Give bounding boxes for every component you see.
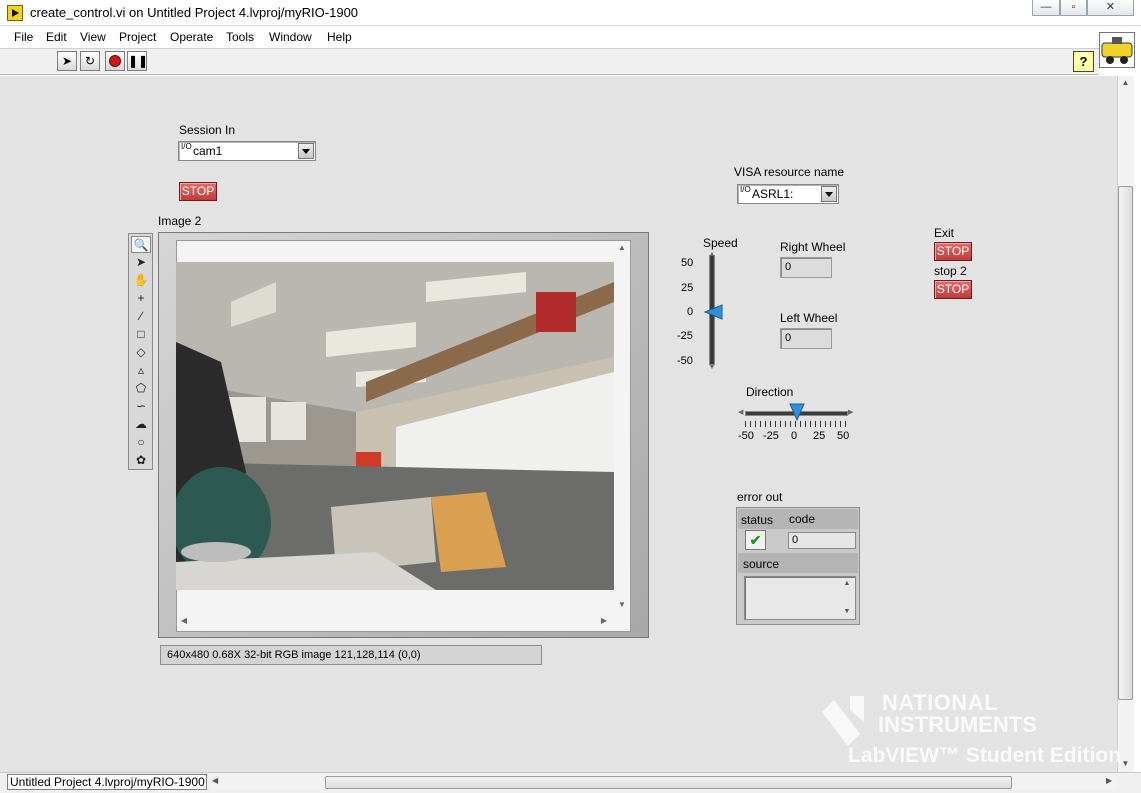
project-context[interactable]: Untitled Project 4.lvproj/myRIO-1900 xyxy=(7,774,207,790)
polygon-tool-icon[interactable]: ⬠ xyxy=(131,380,151,397)
vertical-scroll-thumb[interactable] xyxy=(1118,186,1133,700)
left-wheel-label: Left Wheel xyxy=(780,311,838,325)
freehand-area-icon[interactable]: ✿ xyxy=(131,452,151,469)
menu-help[interactable]: Help xyxy=(327,30,352,44)
speed-tick: -50 xyxy=(677,355,693,367)
menu-operate[interactable]: Operate xyxy=(170,30,213,44)
right-wheel-label: Right Wheel xyxy=(780,240,846,254)
direction-tick-marks xyxy=(745,421,849,427)
ni-logo-icon xyxy=(822,696,864,746)
image-scroll-up-icon[interactable]: ▲ xyxy=(616,242,628,254)
horizontal-scroll-thumb[interactable] xyxy=(325,776,1012,789)
error-status-label: status xyxy=(741,513,774,527)
pause-icon[interactable]: ❚❚ xyxy=(127,51,148,71)
left-wheel-indicator: 0 xyxy=(780,328,832,349)
visa-resource-label: VISA resource name xyxy=(734,165,845,179)
io-radix-icon: I/O xyxy=(181,142,192,151)
speed-label: Speed xyxy=(703,236,738,250)
session-in-value: cam1 xyxy=(193,144,223,158)
session-in-label: Session In xyxy=(179,123,236,137)
run-arrow-icon[interactable]: ➤ xyxy=(57,51,77,71)
source-scroll-down-icon[interactable]: ▼ xyxy=(842,608,852,618)
window-title: create_control.vi on Untitled Project 4.… xyxy=(30,5,359,20)
menu-project[interactable]: Project xyxy=(119,30,156,44)
scroll-left-arrow-icon[interactable]: ◀ xyxy=(212,776,222,785)
oval-tool-icon[interactable]: ○ xyxy=(131,434,151,451)
menu-bar xyxy=(0,27,1099,48)
speed-tick: 25 xyxy=(681,282,694,294)
speed-increment-arrow-icon[interactable]: ▲ xyxy=(708,251,716,258)
speed-decrement-arrow-icon[interactable]: ▼ xyxy=(708,364,716,371)
labview-app-icon[interactable] xyxy=(7,5,23,21)
freehand-region-icon[interactable]: ☁ xyxy=(131,416,151,433)
pointer-icon[interactable]: ➤ xyxy=(131,254,151,271)
scroll-right-arrow-icon[interactable]: ▶ xyxy=(1106,776,1116,785)
check-icon: ✔ xyxy=(745,530,766,550)
image-display-label: Image 2 xyxy=(158,214,202,228)
menu-window[interactable]: Window xyxy=(269,30,312,44)
menu-edit[interactable]: Edit xyxy=(46,30,67,44)
abort-icon[interactable] xyxy=(105,51,125,71)
image-scroll-right-icon[interactable]: ▶ xyxy=(598,615,610,627)
io-radix-icon: I/O xyxy=(740,185,751,194)
source-scroll-up-icon[interactable]: ▲ xyxy=(842,580,852,590)
menu-view[interactable]: View xyxy=(80,30,106,44)
camera-frame xyxy=(176,262,614,590)
annulus-tool-icon[interactable]: ▵ xyxy=(131,362,151,379)
menu-tools[interactable]: Tools xyxy=(226,30,254,44)
error-source-indicator xyxy=(744,576,856,620)
direction-slider-thumb[interactable] xyxy=(789,403,805,422)
chevron-down-icon[interactable] xyxy=(298,143,314,159)
rotated-rectangle-icon[interactable]: ◇ xyxy=(131,344,151,361)
right-wheel-indicator: 0 xyxy=(780,257,832,278)
close-button[interactable]: ✕ xyxy=(1087,0,1134,16)
speed-tick: 50 xyxy=(681,257,694,269)
error-source-label: source xyxy=(743,557,780,571)
exit-stop-button[interactable]: STOP xyxy=(934,242,972,261)
ni-watermark-line2: INSTRUMENTS xyxy=(878,712,1037,737)
zoom-icon[interactable]: 🔍 xyxy=(131,236,151,253)
point-tool-icon[interactable]: + xyxy=(131,290,151,307)
stop-button[interactable]: STOP xyxy=(179,182,217,201)
toolbar xyxy=(0,48,1099,75)
minimize-button[interactable]: — xyxy=(1032,0,1060,16)
visa-resource-value: ASRL1: xyxy=(752,187,794,201)
session-in-ring[interactable]: I/O cam1 xyxy=(178,141,316,161)
error-code-indicator: 0 xyxy=(788,532,856,549)
line-tool-icon[interactable]: ∕ xyxy=(131,308,151,325)
menu-file[interactable]: File xyxy=(14,30,33,44)
direction-tick: 0 xyxy=(791,430,798,442)
speed-tick: 0 xyxy=(687,306,694,318)
chevron-down-icon[interactable] xyxy=(821,186,837,202)
scroll-up-arrow-icon[interactable]: ▲ xyxy=(1119,78,1132,90)
visa-resource-ring[interactable]: I/O ASRL1: xyxy=(737,184,839,204)
maximize-button[interactable]: ▫ xyxy=(1060,0,1087,16)
direction-tick: -50 xyxy=(738,430,754,442)
direction-tick: -25 xyxy=(763,430,779,442)
context-help-icon[interactable]: ? xyxy=(1073,51,1094,72)
direction-tick: 25 xyxy=(813,430,826,442)
image-scroll-down-icon[interactable]: ▼ xyxy=(616,599,628,611)
pan-hand-icon[interactable]: ✋ xyxy=(131,272,151,289)
stop2-label: stop 2 xyxy=(934,264,967,278)
image-status-bar: 640x480 0.68X 32-bit RGB image 121,128,1… xyxy=(160,645,542,665)
run-continuously-icon[interactable]: ↻ xyxy=(80,51,100,71)
freehand-line-icon[interactable]: ∽ xyxy=(131,398,151,415)
error-code-label: code xyxy=(789,512,816,526)
direction-tick: 50 xyxy=(837,430,850,442)
image-tools-palette: 🔍 ➤ ✋ + ∕ □ ◇ ▵ ⬠ ∽ ☁ ○ ✿ xyxy=(128,233,153,470)
exit-label: Exit xyxy=(934,226,955,240)
ni-watermark-line3: LabVIEW™ Student Edition xyxy=(848,744,1121,767)
direction-label: Direction xyxy=(746,385,794,399)
image-scroll-left-icon[interactable]: ◀ xyxy=(178,615,190,627)
rectangle-tool-icon[interactable]: □ xyxy=(131,326,151,343)
direction-increment-arrow-icon[interactable]: ▶ xyxy=(848,409,856,417)
vi-connector-icon[interactable] xyxy=(1099,32,1135,68)
speed-slider-thumb[interactable] xyxy=(703,304,724,320)
ni-watermark: NATIONAL INSTRUMENTS LabVIEW™ Student Ed… xyxy=(820,690,1121,770)
stop2-button[interactable]: STOP xyxy=(934,280,972,299)
speed-tick: -25 xyxy=(677,330,693,342)
error-out-label: error out xyxy=(737,490,783,504)
